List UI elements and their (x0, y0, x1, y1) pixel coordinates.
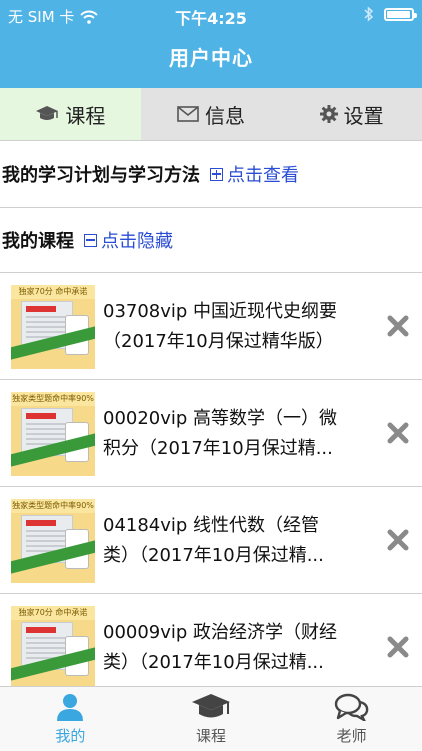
thumbnail-banner: 独家70分 命中承诺 (11, 285, 95, 299)
my-courses-row: 我的课程 点击隐藏 (0, 208, 422, 273)
course-item[interactable]: 独家70分 命中承诺 00009vip 政治经济学（财经 类）（2017年10月… (0, 594, 422, 701)
course-thumbnail: 独家70分 命中承诺 (11, 285, 95, 369)
tab-messages[interactable]: 信息 (141, 88, 282, 140)
view-plan-link-text: 点击查看 (227, 165, 299, 186)
user-icon (57, 694, 84, 721)
tabbar-item-teachers[interactable]: 老师 (281, 687, 422, 751)
course-title-line1: 04184vip 线性代数（经管 (103, 515, 320, 536)
course-title-line2: （2017年10月保过精华版） (103, 331, 334, 352)
course-title: 00020vip 高等数学（一）微 积分（2017年10月保过精... (103, 404, 369, 464)
course-title-line1: 03708vip 中国近现代史纲要 (103, 301, 338, 322)
tabbar-item-courses[interactable]: 课程 (141, 687, 282, 751)
study-plan-row: 我的学习计划与学习方法 点击查看 (0, 141, 422, 208)
course-thumbnail: 独家类型题命中率90% (11, 392, 95, 476)
study-plan-label: 我的学习计划与学习方法 (2, 165, 200, 186)
course-title-line2: 积分（2017年10月保过精... (103, 438, 333, 459)
course-title-line2: 类）（2017年10月保过精... (103, 652, 324, 673)
tab-courses[interactable]: 课程 (0, 88, 141, 140)
segment-tabs: 课程 信息 设置 (0, 88, 422, 141)
page-title: 用户中心 (169, 46, 253, 70)
course-title: 04184vip 线性代数（经管 类）（2017年10月保过精... (103, 511, 369, 571)
hide-courses-link[interactable]: 点击隐藏 (84, 227, 173, 253)
course-title: 00009vip 政治经济学（财经 类）（2017年10月保过精... (103, 618, 369, 678)
gear-icon (319, 105, 338, 123)
course-title-line1: 00020vip 高等数学（一）微 (103, 408, 338, 429)
delete-icon[interactable] (386, 421, 410, 445)
thumbnail-banner: 独家70分 命中承诺 (11, 606, 95, 620)
course-thumbnail: 独家类型题命中率90% (11, 499, 95, 583)
status-time: 下午4:25 (175, 9, 247, 28)
thumbnail-banner: 独家类型题命中率90% (11, 499, 95, 513)
bluetooth-icon (364, 6, 374, 22)
tabbar-label-teachers: 老师 (336, 727, 367, 745)
hide-courses-link-text: 点击隐藏 (101, 231, 173, 252)
battery-fill (387, 10, 410, 18)
delete-icon[interactable] (386, 528, 410, 552)
tab-settings[interactable]: 设置 (281, 88, 422, 140)
graduation-cap-icon (36, 106, 59, 120)
course-item[interactable]: 独家类型题命中率90% 00020vip 高等数学（一）微 积分（2017年10… (0, 380, 422, 487)
course-thumbnail: 独家70分 命中承诺 (11, 606, 95, 690)
my-courses-label: 我的课程 (2, 231, 74, 252)
tab-courses-label: 课程 (65, 103, 106, 128)
course-item[interactable]: 独家70分 命中承诺 03708vip 中国近现代史纲要 （2017年10月保过… (0, 273, 422, 380)
envelope-icon (177, 106, 199, 122)
tabbar-label-courses: 课程 (196, 727, 227, 745)
battery-icon (384, 7, 417, 21)
bottom-tab-bar: 我的 课程 老师 (0, 686, 422, 751)
course-list: 独家70分 命中承诺 03708vip 中国近现代史纲要 （2017年10月保过… (0, 273, 422, 701)
minus-box-icon (84, 233, 97, 247)
tab-settings-label: 设置 (343, 103, 384, 128)
view-plan-link[interactable]: 点击查看 (210, 161, 299, 187)
status-bar: 无 SIM 卡 下午4:25 (0, 0, 422, 30)
delete-icon[interactable] (386, 635, 410, 659)
course-item[interactable]: 独家类型题命中率90% 04184vip 线性代数（经管 类）（2017年10月… (0, 487, 422, 594)
plus-box-icon (210, 167, 223, 181)
delete-icon[interactable] (386, 314, 410, 338)
tabbar-item-mine[interactable]: 我的 (0, 687, 141, 751)
course-title-line2: 类）（2017年10月保过精... (103, 545, 324, 566)
course-title-line1: 00009vip 政治经济学（财经 (103, 622, 338, 643)
tabbar-label-mine: 我的 (55, 727, 86, 745)
top-bar: 无 SIM 卡 下午4:25 用户中心 (0, 0, 422, 88)
graduation-cap-icon (192, 694, 230, 718)
tab-messages-label: 信息 (205, 103, 245, 128)
course-title: 03708vip 中国近现代史纲要 （2017年10月保过精华版） (103, 297, 369, 357)
chat-bubbles-icon (334, 693, 368, 721)
thumbnail-banner: 独家类型题命中率90% (11, 392, 95, 406)
